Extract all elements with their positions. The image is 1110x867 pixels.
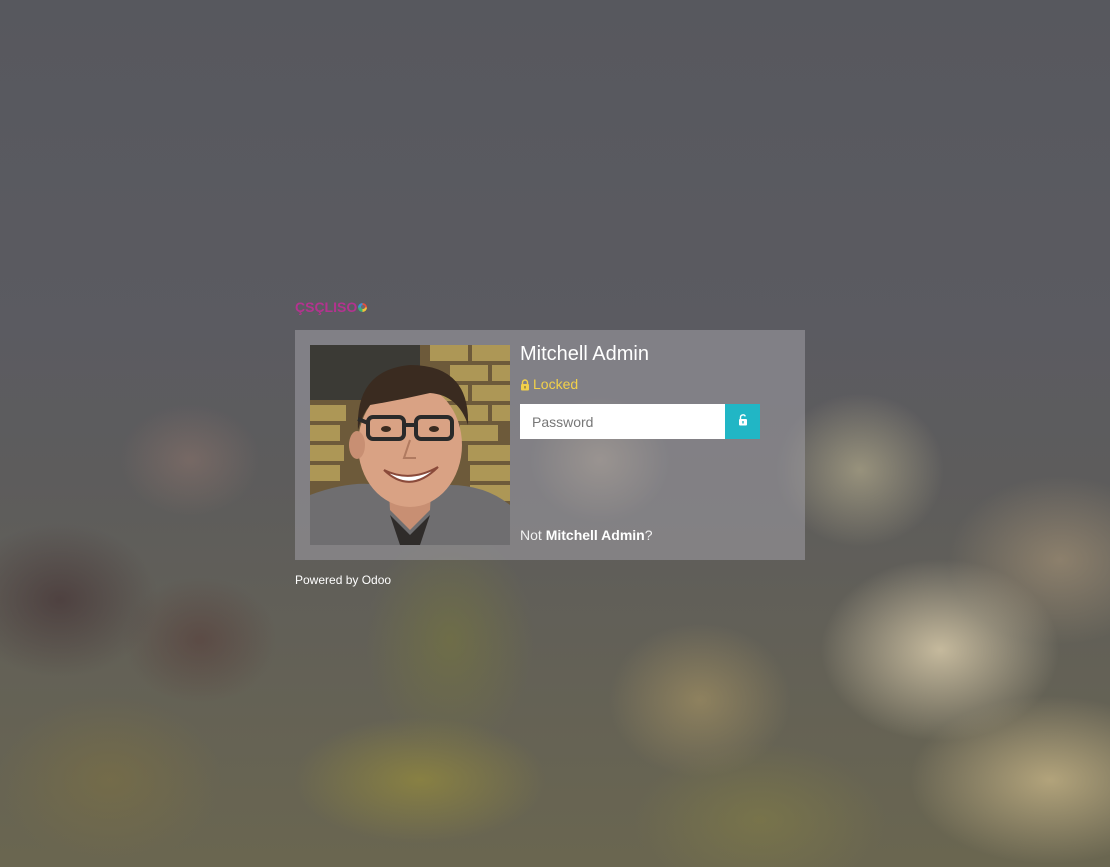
company-logo: ÇSÇLISO — [295, 297, 368, 317]
lock-screen-card: Mitchell Admin Locked Not Mitchell Admin… — [295, 330, 805, 560]
user-avatar — [310, 345, 510, 545]
locked-status-label: Locked — [533, 376, 579, 392]
password-input[interactable] — [520, 404, 725, 439]
locked-status: Locked — [520, 376, 578, 392]
not-user-name: Mitchell Admin — [545, 527, 645, 543]
powered-by-link[interactable]: Powered by Odoo — [295, 573, 391, 587]
odoo-ring-icon — [358, 302, 368, 312]
switch-user-link[interactable]: Not Mitchell Admin? — [520, 527, 653, 543]
password-row — [520, 404, 760, 439]
not-user-suffix: ? — [644, 527, 653, 543]
unlock-icon — [738, 414, 748, 429]
unlock-button[interactable] — [725, 404, 760, 439]
locked-user-name: Mitchell Admin — [520, 343, 649, 365]
not-user-prefix: Not — [520, 527, 546, 543]
lock-icon — [520, 378, 530, 391]
logo-text: ÇSÇLISO — [295, 299, 358, 315]
